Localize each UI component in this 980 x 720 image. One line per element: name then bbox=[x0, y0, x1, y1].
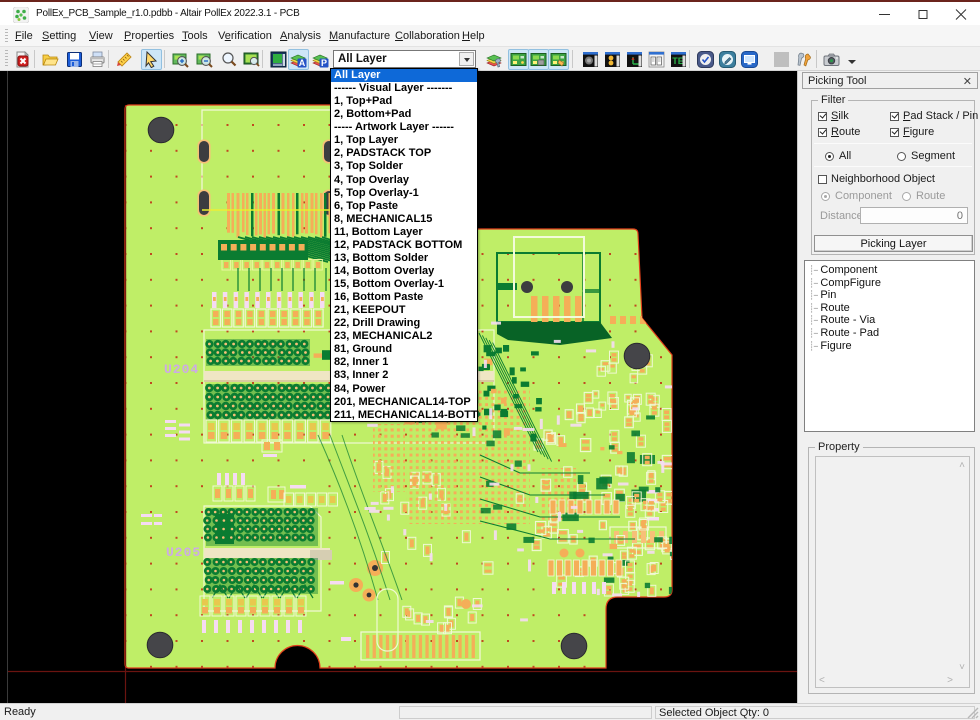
svg-text:U205: U205 bbox=[166, 545, 201, 560]
svg-text:U204: U204 bbox=[164, 362, 199, 377]
svg-text:TE: TE bbox=[672, 56, 684, 66]
svg-text:P: P bbox=[321, 58, 327, 68]
svg-text:A: A bbox=[299, 58, 306, 68]
